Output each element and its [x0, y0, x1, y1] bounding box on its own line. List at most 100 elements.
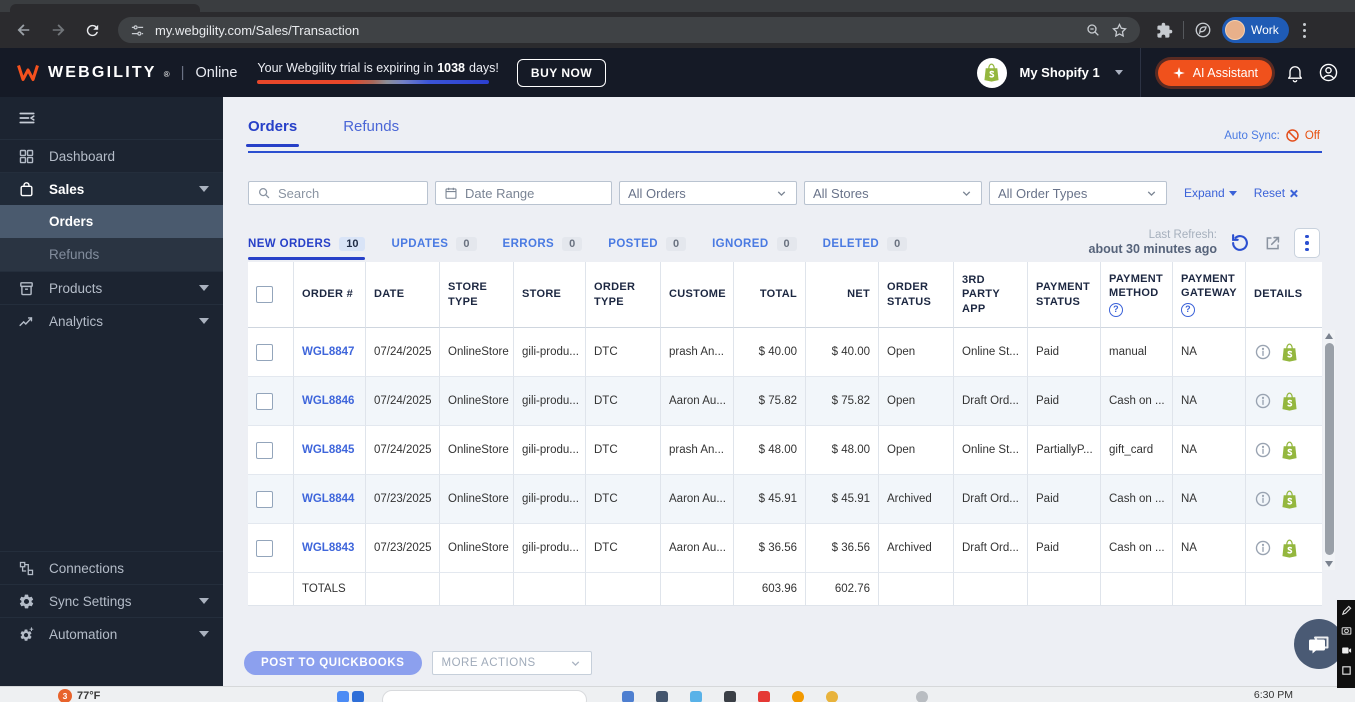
scrollbar-thumb[interactable]	[1324, 343, 1334, 555]
sidebar-item-sales[interactable]: Sales	[0, 172, 223, 205]
tab-deleted[interactable]: DELETED 0	[823, 237, 908, 260]
search-input[interactable]	[278, 185, 413, 201]
tab-refunds[interactable]: Refunds	[343, 118, 399, 146]
taskbar-app-icon[interactable]	[622, 691, 634, 702]
auto-sync-toggle[interactable]: Auto Sync: Off	[1224, 128, 1320, 143]
browser-profile[interactable]: Work	[1222, 17, 1289, 43]
ai-assistant-button[interactable]: AI Assistant	[1157, 59, 1272, 86]
refresh-icon[interactable]	[1229, 232, 1251, 254]
taskbar-app-icon[interactable]	[826, 691, 838, 702]
battery-saver-icon[interactable]	[1194, 21, 1212, 39]
column-header-payment-gateway[interactable]: PAYMENT GATEWAY?	[1173, 262, 1246, 328]
taskbar-app-icon[interactable]	[656, 691, 668, 702]
order-number-link[interactable]: WGL8844	[302, 493, 354, 505]
tab-errors[interactable]: ERRORS 0	[503, 237, 583, 260]
tab-posted[interactable]: POSTED 0	[608, 237, 687, 260]
column-header-date[interactable]: DATE	[366, 262, 440, 328]
chevron-down-icon[interactable]	[1114, 70, 1123, 75]
bookmark-star-icon[interactable]	[1111, 22, 1128, 39]
info-icon[interactable]	[1254, 490, 1272, 508]
column-header-payment-status[interactable]: PAYMENT STATUS	[1028, 262, 1101, 328]
column-header-order[interactable]: ORDER #	[294, 262, 366, 328]
order-number-link[interactable]: WGL8845	[302, 444, 354, 456]
camera-icon[interactable]	[1341, 625, 1352, 636]
sidebar-item-automation[interactable]: Automation	[0, 617, 223, 650]
select-all-checkbox[interactable]	[256, 286, 273, 303]
store-switcher[interactable]: My Shopify 1	[1020, 65, 1100, 80]
sidebar-item-refunds[interactable]: Refunds	[0, 238, 223, 271]
taskbar-search[interactable]	[382, 690, 587, 702]
column-header-customer[interactable]: CUSTOME	[661, 262, 734, 328]
scroll-up-icon[interactable]	[1325, 333, 1333, 339]
order-number-link[interactable]: WGL8846	[302, 395, 354, 407]
column-header-details[interactable]: DETAILS	[1246, 262, 1322, 328]
sidebar-collapse-icon[interactable]	[0, 97, 223, 139]
table-menu-icon[interactable]	[1294, 228, 1320, 258]
row-checkbox[interactable]	[256, 490, 273, 508]
orders-filter-select[interactable]: All Orders	[619, 181, 797, 205]
column-header-store[interactable]: STORE	[514, 262, 586, 328]
column-header-order-type[interactable]: ORDER TYPE	[586, 262, 661, 328]
back-icon[interactable]	[10, 16, 38, 44]
date-range-picker[interactable]: Date Range	[435, 181, 612, 205]
taskbar-app-icon[interactable]	[724, 691, 736, 702]
browser-tab[interactable]	[10, 4, 200, 12]
sidebar-item-orders[interactable]: Orders	[0, 205, 223, 238]
tab-new-orders[interactable]: NEW ORDERS 10	[248, 237, 366, 260]
column-header-3rd-party-app[interactable]: 3RD PARTY APP	[954, 262, 1028, 328]
column-header-order-status[interactable]: ORDER STATUS	[879, 262, 954, 328]
more-actions-select[interactable]: MORE ACTIONS	[431, 651, 592, 675]
zoom-icon[interactable]	[1085, 22, 1101, 38]
post-to-quickbooks-button[interactable]: POST TO QUICKBOOKS	[244, 651, 422, 675]
row-checkbox[interactable]	[256, 539, 273, 557]
column-header-total[interactable]: TOTAL	[734, 262, 806, 328]
help-icon[interactable]: ?	[1181, 303, 1195, 318]
order-types-filter-select[interactable]: All Order Types	[989, 181, 1167, 205]
taskbar-app-icon[interactable]	[690, 691, 702, 702]
column-header-net[interactable]: NET	[806, 262, 879, 328]
order-number-link[interactable]: WGL8847	[302, 346, 354, 358]
stores-filter-select[interactable]: All Stores	[804, 181, 982, 205]
sidebar-item-products[interactable]: Products	[0, 271, 223, 304]
reload-icon[interactable]	[78, 16, 106, 44]
taskbar-weather[interactable]: 3 77°F	[58, 689, 100, 702]
taskbar-app-icon[interactable]	[337, 691, 349, 702]
column-header-payment-method[interactable]: PAYMENT METHOD?	[1101, 262, 1173, 328]
info-icon[interactable]	[1254, 343, 1272, 361]
taskbar-app-icon[interactable]	[916, 691, 928, 702]
sidebar-item-sync-settings[interactable]: Sync Settings	[0, 584, 223, 617]
table-scrollbar[interactable]	[1323, 330, 1335, 570]
scroll-down-icon[interactable]	[1325, 561, 1333, 567]
order-number-link[interactable]: WGL8843	[302, 542, 354, 554]
help-icon[interactable]: ?	[1109, 303, 1123, 318]
tab-orders[interactable]: Orders	[245, 118, 300, 147]
buy-now-button[interactable]: BUY NOW	[516, 58, 607, 87]
sidebar-item-analytics[interactable]: Analytics	[0, 304, 223, 337]
video-icon[interactable]	[1341, 645, 1352, 656]
forward-icon[interactable]	[44, 16, 72, 44]
taskbar-app-icon[interactable]	[792, 691, 804, 702]
info-icon[interactable]	[1254, 539, 1272, 557]
notifications-bell-icon[interactable]	[1285, 63, 1305, 83]
open-in-new-icon[interactable]	[1263, 234, 1282, 253]
taskbar-app-icon[interactable]	[758, 691, 770, 702]
tab-updates[interactable]: UPDATES 0	[391, 237, 477, 260]
info-icon[interactable]	[1254, 441, 1272, 459]
info-icon[interactable]	[1254, 392, 1272, 410]
account-icon[interactable]	[1318, 62, 1339, 83]
pencil-icon[interactable]	[1341, 605, 1352, 616]
sidebar-item-dashboard[interactable]: Dashboard	[0, 139, 223, 172]
site-info-icon[interactable]	[130, 23, 145, 38]
sidebar-item-connections[interactable]: Connections	[0, 551, 223, 584]
reset-link[interactable]: Reset	[1254, 186, 1298, 200]
row-checkbox[interactable]	[256, 441, 273, 459]
row-checkbox[interactable]	[256, 392, 273, 410]
search-box[interactable]	[248, 181, 428, 205]
row-checkbox[interactable]	[256, 343, 273, 361]
region-select-icon[interactable]	[1341, 665, 1352, 676]
tab-ignored[interactable]: IGNORED 0	[712, 237, 797, 260]
url-bar[interactable]: my.webgility.com/Sales/Transaction	[118, 17, 1140, 43]
column-header-store-type[interactable]: STORE TYPE	[440, 262, 514, 328]
taskbar-app-icon[interactable]	[352, 691, 364, 702]
extensions-icon[interactable]	[1156, 22, 1173, 39]
